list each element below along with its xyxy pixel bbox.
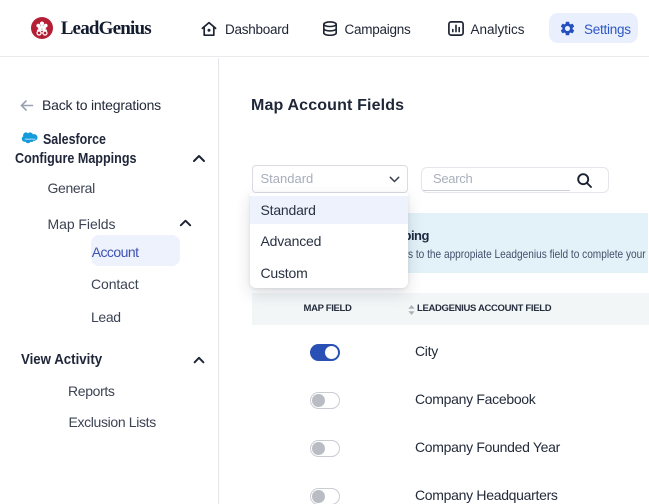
- svg-text:salesforce: salesforce: [25, 138, 37, 141]
